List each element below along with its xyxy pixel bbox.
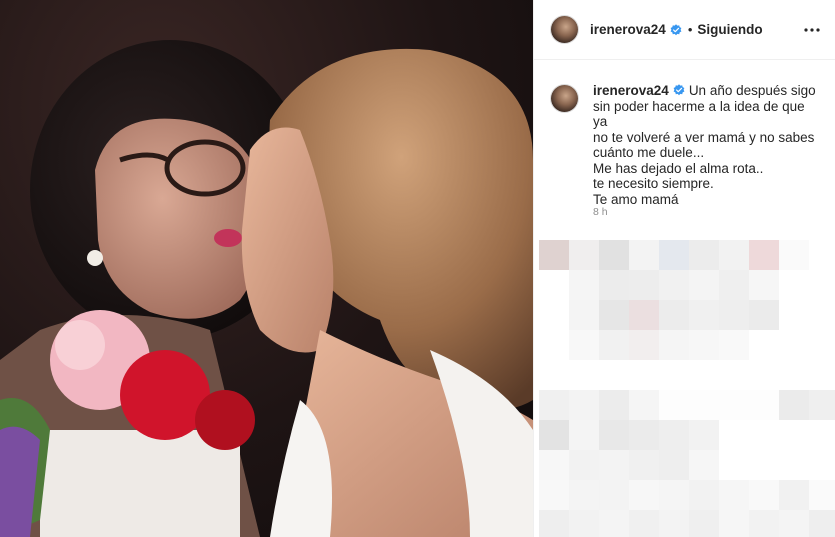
pixel-block xyxy=(629,390,659,420)
pixel-block xyxy=(599,450,629,480)
pixel-block xyxy=(659,270,689,300)
verified-badge-icon xyxy=(670,23,682,35)
pixel-block xyxy=(629,420,659,450)
pixel-block xyxy=(569,510,599,537)
instagram-post: irenerova24 • Siguiendo irenerova24 Un a… xyxy=(0,0,835,537)
pixel-block xyxy=(689,390,719,420)
pixel-block xyxy=(749,480,779,510)
pixel-block xyxy=(599,270,629,300)
post-image-illustration xyxy=(0,40,533,537)
caption-line: sin poder hacerme a la idea de que ya xyxy=(593,98,805,130)
caption-text: irenerova24 Un año después sigo sin pode… xyxy=(593,83,820,207)
pixel-block xyxy=(689,300,719,330)
pixel-block xyxy=(569,450,599,480)
post-caption: irenerova24 Un año después sigo sin pode… xyxy=(534,61,834,207)
pixel-block xyxy=(569,330,599,360)
post-photo[interactable] xyxy=(0,0,533,537)
pixel-block xyxy=(569,420,599,450)
pixel-block xyxy=(689,270,719,300)
pixel-block xyxy=(689,510,719,537)
pixel-block xyxy=(719,480,749,510)
pixel-block xyxy=(629,510,659,537)
pixel-block xyxy=(689,450,719,480)
pixel-block xyxy=(629,450,659,480)
pixel-block xyxy=(779,480,809,510)
pixel-block xyxy=(719,240,749,270)
pixel-block xyxy=(719,300,749,330)
pixel-block xyxy=(809,390,835,420)
pixel-block xyxy=(599,510,629,537)
caption-line: Me has dejado el alma rota.. xyxy=(593,160,764,176)
pixel-block xyxy=(719,330,749,360)
pixel-block xyxy=(569,480,599,510)
pixel-block xyxy=(749,270,779,300)
pixel-block xyxy=(749,390,779,420)
pixel-block xyxy=(659,390,689,420)
pixel-block xyxy=(629,240,659,270)
caption-username[interactable]: irenerova24 xyxy=(593,83,669,98)
pixel-block xyxy=(779,390,809,420)
pixel-block xyxy=(599,300,629,330)
pixel-block xyxy=(689,480,719,510)
pixel-block xyxy=(629,480,659,510)
pixel-block xyxy=(629,300,659,330)
pixel-block xyxy=(659,420,689,450)
pixel-block xyxy=(659,300,689,330)
post-timestamp[interactable]: 8 h xyxy=(593,206,608,218)
pixel-block xyxy=(599,480,629,510)
caption-line: Un año después sigo xyxy=(688,83,816,98)
post-header: irenerova24 • Siguiendo xyxy=(534,0,835,60)
pixel-block xyxy=(569,240,599,270)
pixel-block xyxy=(569,300,599,330)
caption-line: cuánto me duele... xyxy=(593,145,705,160)
pixel-block xyxy=(599,420,629,450)
pixel-block xyxy=(689,330,719,360)
pixel-block xyxy=(779,510,809,537)
pixel-block xyxy=(719,270,749,300)
pixel-block xyxy=(659,450,689,480)
pixel-block xyxy=(539,450,569,480)
pixel-block xyxy=(599,240,629,270)
pixel-block xyxy=(779,240,809,270)
pixel-block xyxy=(659,330,689,360)
caption-line: Te amo mamá xyxy=(593,191,679,207)
separator-dot: • xyxy=(687,22,693,37)
pixel-block xyxy=(539,510,569,537)
pixel-block xyxy=(539,420,569,450)
pixel-block xyxy=(719,390,749,420)
pixel-block xyxy=(629,330,659,360)
pixel-block xyxy=(659,510,689,537)
pixel-block xyxy=(629,270,659,300)
caption-avatar[interactable] xyxy=(551,85,578,112)
pixel-block xyxy=(749,510,779,537)
pixel-block xyxy=(569,390,599,420)
user-avatar[interactable] xyxy=(551,16,578,43)
more-options-icon[interactable] xyxy=(803,21,821,39)
caption-line: no te volveré a ver mamá y no sabes xyxy=(593,129,815,145)
obscured-comments xyxy=(534,240,835,537)
pixel-block xyxy=(599,330,629,360)
pixel-block xyxy=(689,240,719,270)
pixel-block xyxy=(659,240,689,270)
pixel-block xyxy=(809,480,835,510)
pixel-block xyxy=(749,300,779,330)
pixel-block xyxy=(599,390,629,420)
pixel-block xyxy=(539,240,569,270)
caption-line: te necesito siempre. xyxy=(593,176,714,191)
pixel-block xyxy=(539,480,569,510)
header-username[interactable]: irenerova24 xyxy=(590,22,666,37)
caption-first-line: irenerova24 Un año después sigo xyxy=(593,83,816,98)
following-button[interactable]: Siguiendo xyxy=(697,22,762,37)
pixel-block xyxy=(539,390,569,420)
verified-badge-icon xyxy=(673,84,685,96)
pixel-block xyxy=(689,420,719,450)
pixel-block xyxy=(719,510,749,537)
pixel-block xyxy=(749,240,779,270)
pixel-block xyxy=(659,480,689,510)
pixel-block xyxy=(569,270,599,300)
pixel-block xyxy=(809,510,835,537)
